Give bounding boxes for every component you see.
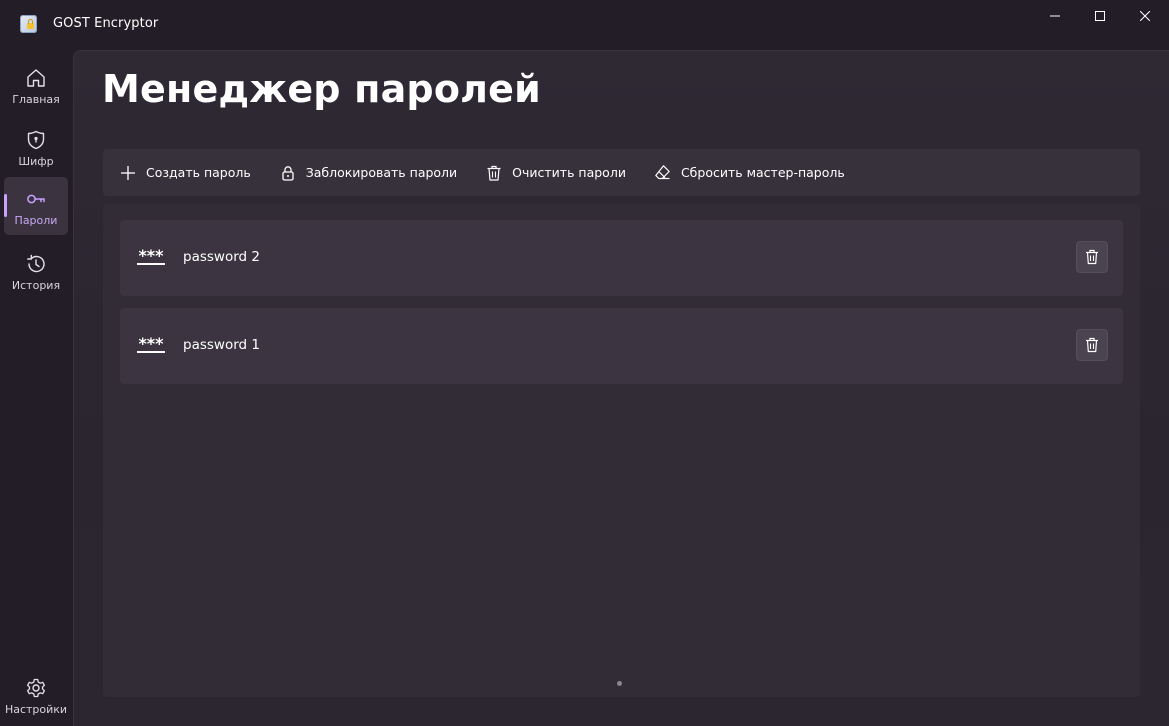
- sidebar-item-label: Настройки: [4, 703, 68, 716]
- app-window: GOST Encryptor Главная Шифр Пароли Истор…: [0, 0, 1169, 726]
- title-bar: GOST Encryptor: [0, 0, 1169, 48]
- sidebar-item-label: История: [11, 279, 61, 292]
- sidebar-item-passwords[interactable]: Пароли: [4, 177, 68, 235]
- delete-password-button[interactable]: [1076, 329, 1108, 361]
- reset-master-password-label: Сбросить мастер-пароль: [680, 165, 845, 180]
- sidebar-item-history[interactable]: История: [4, 242, 68, 300]
- sidebar-item-label: Пароли: [14, 214, 58, 227]
- reset-master-password-button[interactable]: Сбросить мастер-пароль: [638, 149, 857, 196]
- create-password-label: Создать пароль: [146, 165, 251, 180]
- command-bar: Создать пароль Заблокировать пароли Очис…: [103, 149, 1140, 196]
- close-button[interactable]: [1122, 0, 1168, 32]
- close-icon: [1140, 11, 1150, 21]
- trash-icon: [485, 164, 503, 182]
- sidebar-item-label: Шифр: [18, 155, 54, 168]
- create-password-button[interactable]: Создать пароль: [103, 149, 263, 196]
- password-name: password 1: [183, 337, 260, 353]
- history-icon: [24, 252, 48, 276]
- sidebar-item-label: Главная: [12, 93, 60, 106]
- main-content: Менеджер паролей Создать пароль Заблокир…: [73, 50, 1169, 726]
- password-icon: ***: [137, 249, 165, 265]
- shield-icon: [24, 128, 48, 152]
- trash-icon: [1086, 249, 1098, 265]
- maximize-icon: [1095, 11, 1105, 21]
- clear-passwords-button[interactable]: Очистить пароли: [469, 149, 638, 196]
- sidebar-item-settings[interactable]: Настройки: [4, 666, 68, 724]
- delete-password-button[interactable]: [1076, 241, 1108, 273]
- password-name: password 2: [183, 249, 260, 265]
- minimize-icon: [1050, 15, 1060, 17]
- minimize-button[interactable]: [1032, 0, 1078, 32]
- sidebar-item-cipher[interactable]: Шифр: [4, 118, 68, 176]
- active-indicator: [4, 194, 7, 217]
- app-logo-icon: [20, 15, 37, 33]
- lock-icon: [279, 164, 297, 182]
- clear-passwords-label: Очистить пароли: [512, 165, 626, 180]
- gear-icon: [24, 676, 48, 700]
- password-icon: ***: [137, 337, 165, 353]
- password-list-item[interactable]: *** password 2: [120, 220, 1123, 296]
- lock-passwords-label: Заблокировать пароли: [305, 165, 458, 180]
- key-icon: [24, 187, 48, 211]
- window-title: GOST Encryptor: [53, 16, 159, 31]
- eraser-icon: [654, 164, 672, 182]
- svg-text:***: ***: [138, 249, 164, 265]
- password-list: *** password 2 *** password 1: [103, 204, 1140, 697]
- lock-passwords-button[interactable]: Заблокировать пароли: [263, 149, 469, 196]
- page-title: Менеджер паролей: [102, 67, 541, 111]
- sidebar-item-home[interactable]: Главная: [4, 56, 68, 114]
- home-icon: [24, 66, 48, 90]
- scroll-indicator: [617, 681, 622, 686]
- plus-icon: [119, 164, 137, 182]
- password-list-item[interactable]: *** password 1: [120, 308, 1123, 384]
- maximize-button[interactable]: [1077, 0, 1123, 32]
- trash-icon: [1086, 337, 1098, 353]
- svg-text:***: ***: [138, 337, 164, 353]
